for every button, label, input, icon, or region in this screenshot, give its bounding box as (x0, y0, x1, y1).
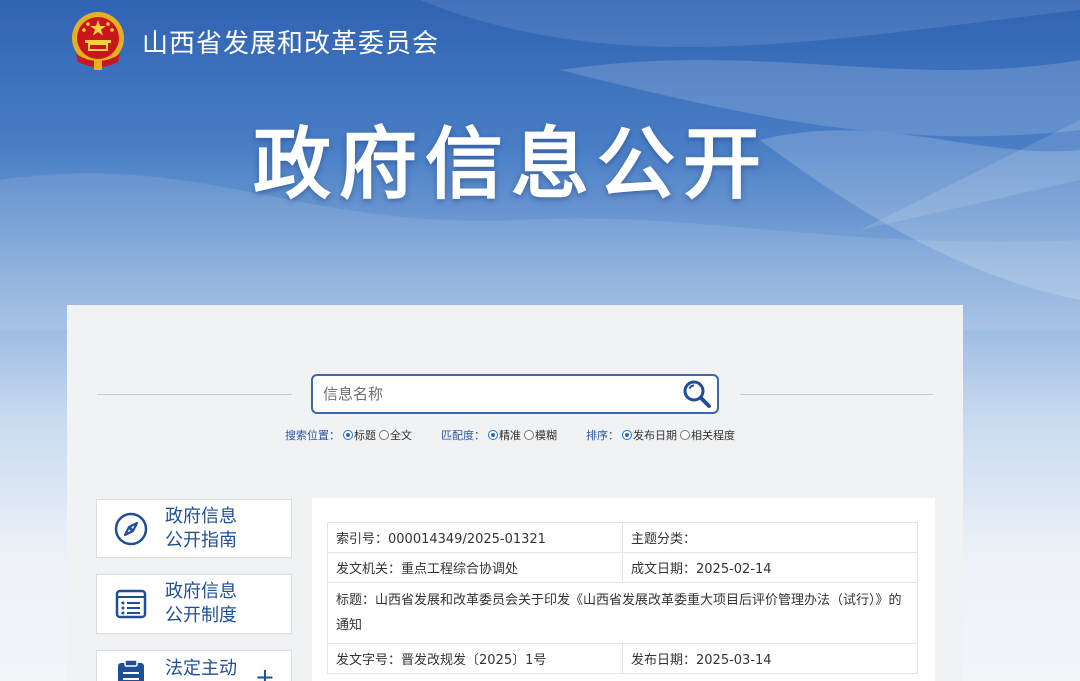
compass-icon (114, 512, 148, 545)
radio-unchecked-icon (524, 430, 534, 440)
sidebar-item-label: 法定主动 (165, 658, 237, 679)
expand-plus-icon[interactable]: + (255, 663, 275, 681)
divider-right (740, 394, 933, 395)
sort-group: 排序： 发布日期 相关程度 (586, 427, 738, 443)
sidebar-item-label: 政府信息 公开制度 (165, 581, 237, 626)
site-header: 山西省发展和改革委员会 (68, 10, 439, 72)
document-info-card: 索引号：000014349/2025-01321 主题分类： 发文机关：重点工程… (312, 498, 935, 681)
national-emblem-icon (68, 10, 128, 72)
table-row: 索引号：000014349/2025-01321 主题分类： (327, 522, 918, 553)
divider-left (97, 394, 292, 395)
search-position-group: 搜索位置： 标题 全文 (285, 427, 415, 443)
table-row: 发文字号：晋发改规发〔2025〕1号 发布日期：2025-03-14 (327, 643, 918, 674)
radio-publish-date[interactable]: 发布日期 (622, 427, 677, 443)
document-number: 发文字号：晋发改规发〔2025〕1号 (327, 643, 623, 674)
search-icon (683, 380, 711, 408)
document-list-icon (115, 589, 147, 619)
issuing-agency: 发文机关：重点工程综合协调处 (327, 552, 623, 583)
radio-checked-icon (343, 430, 353, 440)
sidebar-item-statutory[interactable]: 法定主动 + (96, 650, 292, 681)
search-input[interactable] (313, 376, 677, 412)
sidebar-item-label: 政府信息 公开指南 (165, 505, 237, 551)
creation-date: 成文日期：2025-02-14 (622, 552, 918, 583)
radio-checked-icon (488, 430, 498, 440)
sidebar-item-guide[interactable]: 政府信息 公开指南 (96, 499, 292, 558)
search-bar (311, 374, 719, 414)
radio-exact[interactable]: 精准 (488, 427, 521, 443)
search-position-label: 搜索位置： (285, 429, 340, 442)
document-title: 标题：山西省发展和改革委员会关于印发《山西省发展改革委重大项目后评价管理办法（试… (327, 582, 918, 644)
radio-checked-icon (622, 430, 632, 440)
document-info-table: 索引号：000014349/2025-01321 主题分类： 发文机关：重点工程… (327, 522, 918, 674)
table-row: 发文机关：重点工程综合协调处 成文日期：2025-02-14 (327, 552, 918, 583)
search-options: 搜索位置： 标题 全文 匹配度： 精准 模糊 排序： 发布日期 相关程度 (285, 427, 738, 443)
radio-title[interactable]: 标题 (343, 427, 376, 443)
clipboard-icon (118, 659, 144, 681)
radio-fuzzy[interactable]: 模糊 (524, 427, 557, 443)
radio-unchecked-icon (680, 430, 690, 440)
publish-date: 发布日期：2025-03-14 (622, 643, 918, 674)
radio-unchecked-icon (379, 430, 389, 440)
table-row: 标题：山西省发展和改革委员会关于印发《山西省发展改革委重大项目后评价管理办法（试… (327, 582, 918, 644)
sort-label: 排序： (586, 429, 619, 442)
search-button[interactable] (677, 376, 717, 412)
radio-fulltext[interactable]: 全文 (379, 427, 412, 443)
match-degree-group: 匹配度： 精准 模糊 (441, 427, 560, 443)
page-hero-title: 政府信息公开 (252, 120, 769, 210)
site-title[interactable]: 山西省发展和改革委员会 (142, 23, 439, 60)
match-degree-label: 匹配度： (441, 429, 485, 442)
radio-relevance[interactable]: 相关程度 (680, 427, 735, 443)
sidebar-item-system[interactable]: 政府信息 公开制度 (96, 574, 292, 634)
index-number: 索引号：000014349/2025-01321 (327, 522, 623, 553)
topic-category: 主题分类： (622, 522, 918, 553)
